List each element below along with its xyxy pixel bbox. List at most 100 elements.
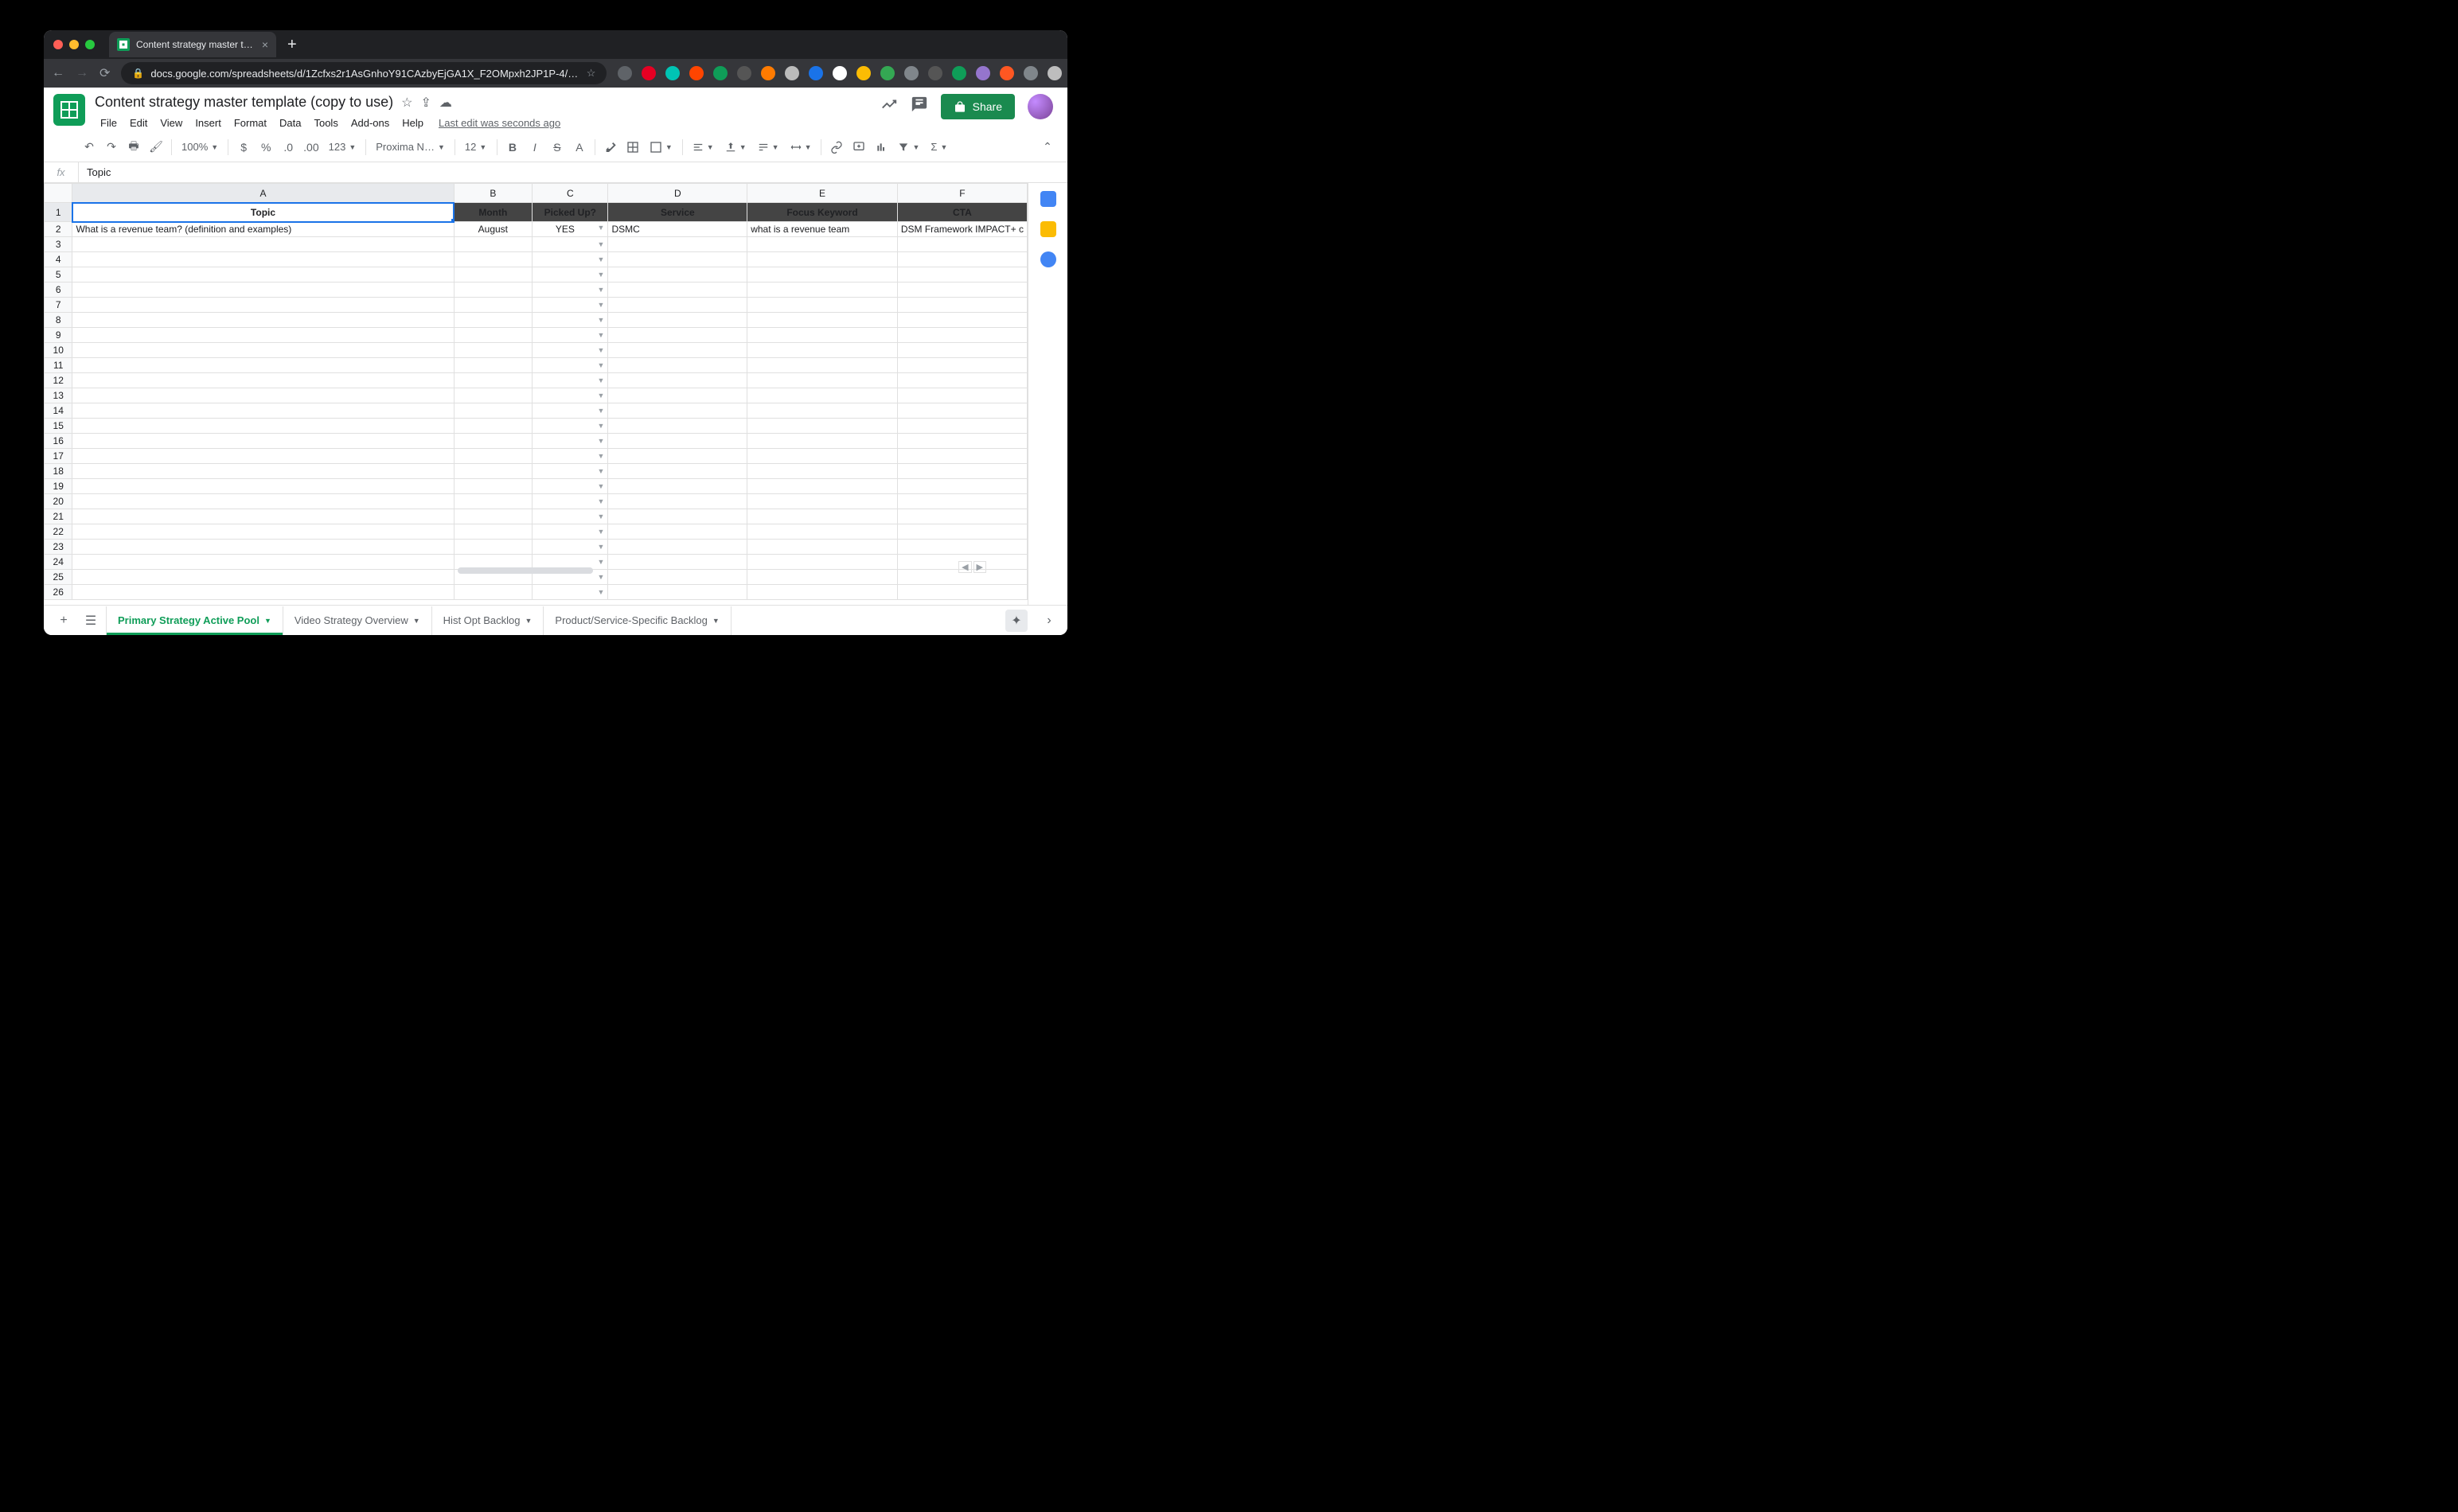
- activity-icon[interactable]: [880, 95, 898, 118]
- cell[interactable]: [72, 540, 454, 555]
- sheet-header-cell[interactable]: Topic: [72, 203, 454, 222]
- insert-chart-button[interactable]: [871, 137, 892, 158]
- column-header[interactable]: D: [608, 184, 747, 203]
- cell[interactable]: [897, 267, 1027, 283]
- cell[interactable]: [72, 509, 454, 524]
- last-edit-link[interactable]: Last edit was seconds ago: [439, 114, 560, 132]
- cell[interactable]: ▼: [533, 298, 608, 313]
- cell[interactable]: [608, 540, 747, 555]
- cell[interactable]: [72, 464, 454, 479]
- cell[interactable]: [608, 358, 747, 373]
- sheet-tab-menu-icon[interactable]: ▼: [413, 617, 420, 625]
- cell[interactable]: [608, 298, 747, 313]
- cell[interactable]: [72, 313, 454, 328]
- row-header[interactable]: 8: [45, 313, 72, 328]
- cell[interactable]: [72, 403, 454, 419]
- cell[interactable]: [454, 540, 533, 555]
- cell[interactable]: ▼: [533, 328, 608, 343]
- cell[interactable]: [454, 479, 533, 494]
- cell[interactable]: [72, 585, 454, 600]
- row-header[interactable]: 20: [45, 494, 72, 509]
- add-sheet-button[interactable]: +: [52, 609, 76, 633]
- star-icon[interactable]: ☆: [401, 95, 412, 111]
- cell[interactable]: [454, 419, 533, 434]
- column-header[interactable]: E: [747, 184, 898, 203]
- cell[interactable]: ▼: [533, 434, 608, 449]
- cell[interactable]: [897, 403, 1027, 419]
- comments-icon[interactable]: [911, 95, 928, 118]
- extension-icon[interactable]: [833, 66, 847, 80]
- cell[interactable]: [72, 555, 454, 570]
- cell[interactable]: [608, 267, 747, 283]
- cell[interactable]: YES▼: [533, 222, 608, 237]
- cell[interactable]: [608, 419, 747, 434]
- cell[interactable]: [454, 267, 533, 283]
- cell[interactable]: [897, 434, 1027, 449]
- dropdown-icon[interactable]: ▼: [598, 558, 605, 566]
- menu-edit[interactable]: Edit: [124, 114, 153, 132]
- cell[interactable]: [72, 570, 454, 585]
- cell[interactable]: ▼: [533, 403, 608, 419]
- row-header[interactable]: 17: [45, 449, 72, 464]
- sheet-header-cell[interactable]: Picked Up?: [533, 203, 608, 222]
- row-header[interactable]: 13: [45, 388, 72, 403]
- cloud-status-icon[interactable]: ☁: [439, 95, 452, 111]
- cell[interactable]: ▼: [533, 252, 608, 267]
- text-color-button[interactable]: A: [569, 137, 590, 158]
- cell[interactable]: [454, 298, 533, 313]
- cell[interactable]: [608, 585, 747, 600]
- dropdown-icon[interactable]: ▼: [598, 407, 605, 415]
- currency-button[interactable]: $: [233, 137, 254, 158]
- cell[interactable]: [747, 449, 898, 464]
- extension-icon[interactable]: [976, 66, 990, 80]
- cell[interactable]: ▼: [533, 494, 608, 509]
- new-tab-button[interactable]: +: [287, 36, 297, 54]
- move-icon[interactable]: ⇪: [421, 95, 431, 111]
- formula-input[interactable]: Topic: [79, 166, 1067, 178]
- increase-decimal-button[interactable]: .00: [300, 137, 322, 158]
- dropdown-icon[interactable]: ▼: [598, 361, 605, 369]
- cell[interactable]: DSM Framework IMPACT+ c: [897, 222, 1027, 237]
- cell[interactable]: [608, 434, 747, 449]
- print-button[interactable]: 🖶: [123, 137, 144, 158]
- dropdown-icon[interactable]: ▼: [598, 497, 605, 505]
- cell[interactable]: [747, 298, 898, 313]
- cell[interactable]: [72, 252, 454, 267]
- sheet-tab-menu-icon[interactable]: ▼: [264, 617, 271, 625]
- row-header[interactable]: 11: [45, 358, 72, 373]
- cell[interactable]: [747, 328, 898, 343]
- cell[interactable]: [454, 283, 533, 298]
- redo-button[interactable]: ↷: [101, 137, 122, 158]
- cell[interactable]: [72, 494, 454, 509]
- menu-data[interactable]: Data: [274, 114, 306, 132]
- cell[interactable]: [454, 434, 533, 449]
- close-tab-icon[interactable]: ×: [262, 38, 268, 51]
- menu-help[interactable]: Help: [396, 114, 429, 132]
- dropdown-icon[interactable]: ▼: [598, 588, 605, 596]
- cell[interactable]: [72, 298, 454, 313]
- cell[interactable]: ▼: [533, 464, 608, 479]
- back-button[interactable]: ←: [52, 66, 64, 80]
- row-header[interactable]: 3: [45, 237, 72, 252]
- font-select[interactable]: Proxima N…▼: [371, 141, 450, 153]
- cell[interactable]: ▼: [533, 237, 608, 252]
- dropdown-icon[interactable]: ▼: [598, 301, 605, 309]
- cell[interactable]: [608, 283, 747, 298]
- row-header[interactable]: 2: [45, 222, 72, 237]
- cell[interactable]: [608, 388, 747, 403]
- sheet-tab-menu-icon[interactable]: ▼: [525, 617, 533, 625]
- cell[interactable]: [747, 343, 898, 358]
- cell[interactable]: [897, 373, 1027, 388]
- cell[interactable]: [897, 419, 1027, 434]
- cell[interactable]: [897, 313, 1027, 328]
- tasks-icon[interactable]: [1040, 251, 1056, 267]
- maximize-window-button[interactable]: [85, 40, 95, 49]
- zoom-select[interactable]: 100%▼: [177, 141, 223, 153]
- row-header[interactable]: 22: [45, 524, 72, 540]
- share-button[interactable]: Share: [941, 94, 1015, 119]
- cell[interactable]: [72, 479, 454, 494]
- cell[interactable]: [72, 343, 454, 358]
- cell[interactable]: [747, 524, 898, 540]
- cell[interactable]: [897, 343, 1027, 358]
- menu-format[interactable]: Format: [228, 114, 272, 132]
